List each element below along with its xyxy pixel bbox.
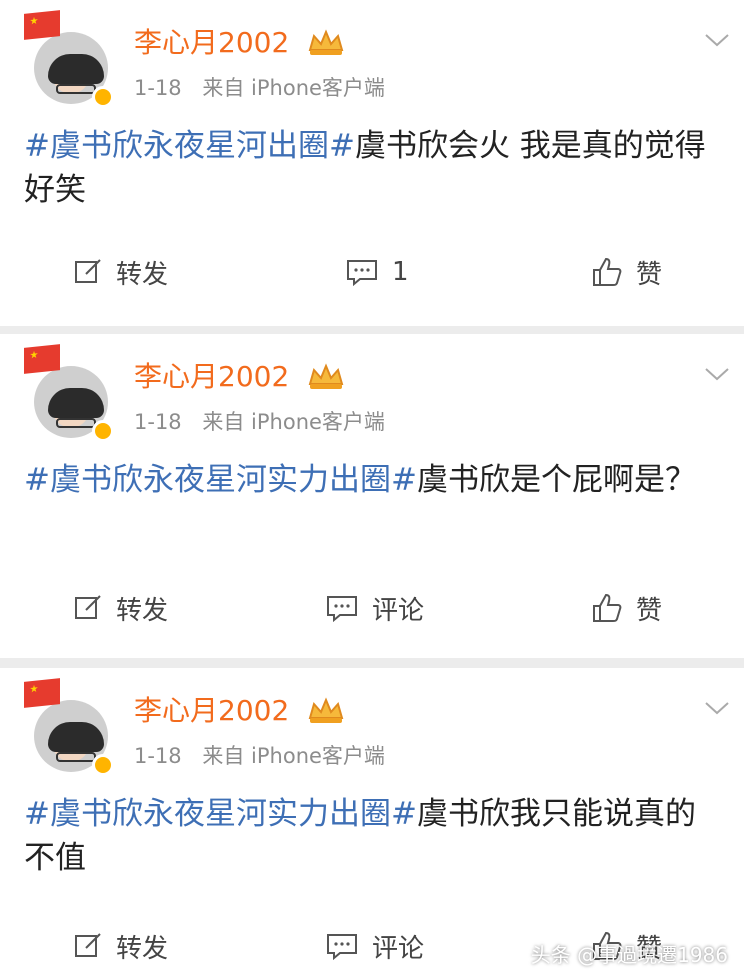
repost-label: 转发 (116, 933, 169, 964)
hashtag-link[interactable]: #虞书欣永夜星河实力出圈# (24, 462, 417, 498)
comment-button[interactable]: 评论 (326, 586, 424, 630)
repost-label: 转发 (116, 259, 169, 290)
like-label: 赞 (636, 595, 663, 626)
post-text: #虞书欣永夜星河出圈#虞书欣会火 我是真的觉得好笑 (24, 124, 724, 212)
post-date: 1-18 (134, 744, 182, 768)
verified-badge-icon (92, 420, 114, 442)
avatar[interactable] (24, 10, 114, 108)
comment-icon (347, 260, 377, 286)
comment-button[interactable]: 1 (346, 250, 409, 294)
repost-icon (75, 595, 101, 619)
thumbs-up-icon (593, 257, 622, 286)
post-source: 来自 iPhone客户端 (202, 76, 385, 100)
avatar[interactable] (24, 678, 114, 776)
chevron-down-icon[interactable] (704, 364, 730, 384)
post-source: 来自 iPhone客户端 (202, 744, 385, 768)
post-meta: 1-18 来自 iPhone客户端 (134, 74, 385, 102)
weibo-post-card: 李心月2002 1-18 来自 iPhone客户端 #虞书欣永夜星河出圈#虞书欣… (0, 0, 744, 326)
crown-badge-icon (308, 29, 344, 55)
avatar[interactable] (24, 344, 114, 442)
like-button[interactable]: 赞 (592, 250, 662, 294)
like-label: 赞 (636, 259, 663, 290)
action-bar: 转发 1 赞 (0, 250, 744, 294)
repost-icon (75, 933, 101, 957)
comment-icon (327, 934, 357, 960)
post-date: 1-18 (134, 410, 182, 434)
verified-badge-icon (92, 754, 114, 776)
flag-icon (24, 678, 60, 708)
comment-icon (327, 596, 357, 622)
post-meta: 1-18 来自 iPhone客户端 (134, 408, 385, 436)
repost-button[interactable]: 转发 (74, 924, 168, 968)
username[interactable]: 李心月2002 (134, 26, 289, 60)
flag-icon (24, 10, 60, 40)
post-date: 1-18 (134, 76, 182, 100)
thumbs-up-icon (593, 593, 622, 622)
post-source: 来自 iPhone客户端 (202, 410, 385, 434)
comment-label: 评论 (372, 933, 425, 964)
verified-badge-icon (92, 86, 114, 108)
action-bar: 转发 评论 赞 (0, 586, 744, 630)
flag-icon (24, 344, 60, 374)
hashtag-link[interactable]: #虞书欣永夜星河实力出圈# (24, 796, 417, 832)
repost-button[interactable]: 转发 (74, 586, 168, 630)
crown-badge-icon (308, 363, 344, 389)
repost-label: 转发 (116, 595, 169, 626)
chevron-down-icon[interactable] (704, 698, 730, 718)
watermark: 头条 @事過境遷1986 (530, 943, 728, 967)
post-text: #虞书欣永夜星河实力出圈#虞书欣我只能说真的不值 (24, 792, 724, 880)
weibo-post-card: 李心月2002 1-18 来自 iPhone客户端 #虞书欣永夜星河实力出圈#虞… (0, 334, 744, 658)
post-meta: 1-18 来自 iPhone客户端 (134, 742, 385, 770)
hashtag-link[interactable]: #虞书欣永夜星河出圈# (24, 128, 355, 164)
chevron-down-icon[interactable] (704, 30, 730, 50)
post-text: #虞书欣永夜星河实力出圈#虞书欣是个屁啊是？ (24, 458, 724, 502)
comment-label: 评论 (372, 595, 425, 626)
comment-button[interactable]: 评论 (326, 924, 424, 968)
crown-badge-icon (308, 697, 344, 723)
repost-icon (75, 259, 101, 283)
post-body: 虞书欣是个屁啊是？ (416, 462, 696, 498)
like-button[interactable]: 赞 (592, 586, 662, 630)
username[interactable]: 李心月2002 (134, 694, 289, 728)
repost-button[interactable]: 转发 (74, 250, 168, 294)
comment-count: 1 (392, 257, 409, 287)
weibo-post-card: 李心月2002 1-18 来自 iPhone客户端 #虞书欣永夜星河实力出圈#虞… (0, 668, 744, 980)
username[interactable]: 李心月2002 (134, 360, 289, 394)
